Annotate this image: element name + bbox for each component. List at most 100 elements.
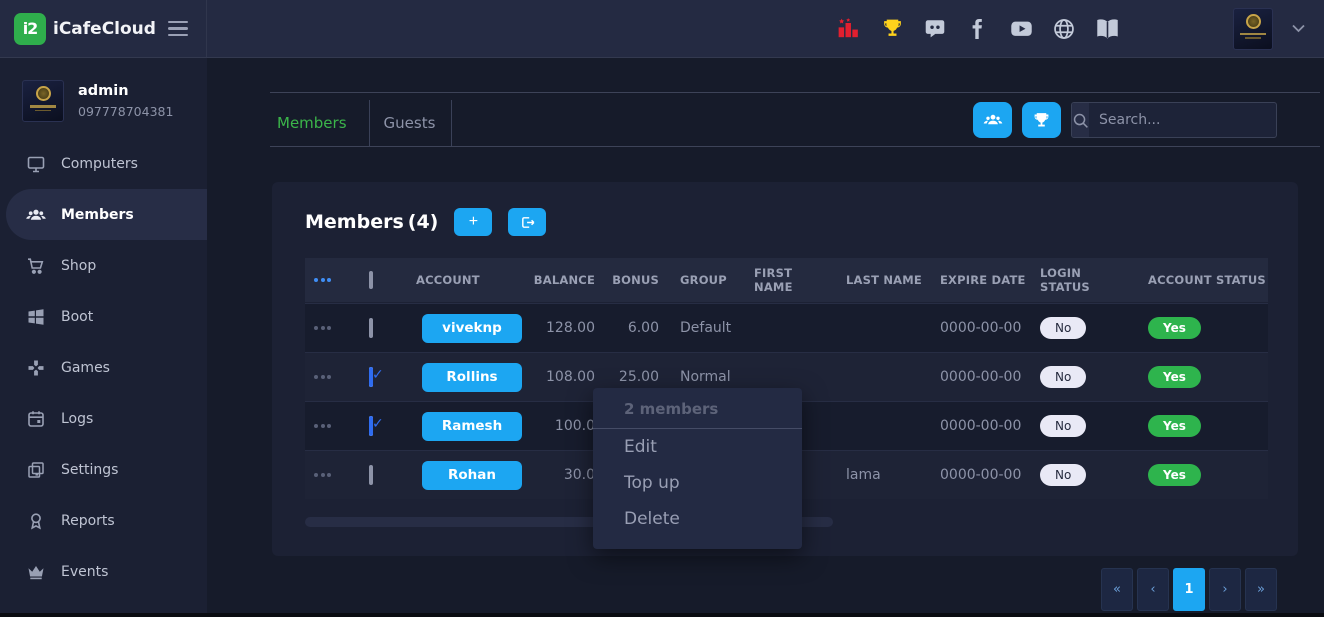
first-page-button[interactable]: « xyxy=(1101,568,1133,611)
brand-logo[interactable]: i2 iCafeCloud xyxy=(14,13,156,45)
select-all-checkbox[interactable] xyxy=(369,271,373,289)
book-icon[interactable] xyxy=(1094,16,1120,42)
calendar-icon xyxy=(26,409,46,429)
account-button[interactable]: Rollins xyxy=(422,363,522,392)
table-header-row: ACCOUNT BALANCE BONUS GROUP FIRST NAME L… xyxy=(305,258,1268,302)
row-menu-icon[interactable] xyxy=(305,473,349,477)
last-name-cell: lama xyxy=(833,467,927,483)
expire-date-cell: 0000-00-00 xyxy=(927,369,1027,385)
col-first-name[interactable]: FIRST NAME xyxy=(741,266,833,294)
export-icon xyxy=(519,214,536,231)
next-page-button[interactable]: › xyxy=(1209,568,1241,611)
row-menu-icon[interactable] xyxy=(305,424,349,428)
col-account[interactable]: ACCOUNT xyxy=(403,273,527,287)
menu-item-top-up[interactable]: Top up xyxy=(593,465,802,501)
row-checkbox[interactable] xyxy=(369,318,373,338)
user-name: admin xyxy=(78,83,173,99)
row-checkbox[interactable] xyxy=(369,465,373,485)
members-view-button[interactable] xyxy=(973,102,1012,138)
last-page-button[interactable]: » xyxy=(1245,568,1277,611)
tabs: Members Guests xyxy=(270,100,452,146)
col-expire-date[interactable]: EXPIRE DATE xyxy=(927,273,1027,287)
add-member-button[interactable]: + xyxy=(454,208,492,236)
expire-date-cell: 0000-00-00 xyxy=(927,320,1027,336)
menu-item-edit[interactable]: Edit xyxy=(593,429,802,465)
row-menu-icon[interactable] xyxy=(305,326,349,330)
trophy-icon[interactable] xyxy=(879,16,905,42)
members-icon xyxy=(983,110,1003,130)
youtube-icon[interactable] xyxy=(1008,16,1034,42)
gamepad-icon xyxy=(26,358,46,378)
col-login-status[interactable]: LOGIN STATUS xyxy=(1027,266,1135,294)
divider xyxy=(451,100,452,146)
topbar-left: i2 iCafeCloud xyxy=(0,0,207,57)
sidebar-user: admin 097778704381 xyxy=(0,58,207,122)
app-window: i2 iCafeCloud xyxy=(0,0,1324,617)
col-last-name[interactable]: LAST NAME xyxy=(833,273,927,287)
login-status-badge: No xyxy=(1040,464,1086,486)
col-bonus[interactable]: BONUS xyxy=(603,273,667,287)
row-menu-icon[interactable] xyxy=(305,375,349,379)
prev-page-button[interactable]: ‹ xyxy=(1137,568,1169,611)
globe-icon[interactable] xyxy=(1051,16,1077,42)
balance-cell: 128.00 xyxy=(527,320,603,336)
export-button[interactable] xyxy=(508,208,546,236)
col-account-status[interactable]: ACCOUNT STATUS xyxy=(1135,273,1268,287)
sidebar-item-events[interactable]: Events xyxy=(6,546,207,597)
toolbar xyxy=(973,102,1277,138)
podium-icon[interactable] xyxy=(836,16,862,42)
sidebar-item-members[interactable]: Members xyxy=(6,189,207,240)
search-box xyxy=(1071,102,1277,138)
layers-icon xyxy=(26,460,46,480)
sidebar-item-shop[interactable]: Shop xyxy=(6,240,207,291)
divider xyxy=(270,146,1320,147)
hamburger-menu-icon[interactable] xyxy=(168,21,188,37)
balance-cell: 108.00 xyxy=(527,369,603,385)
login-status-badge: No xyxy=(1040,317,1086,339)
row-checkbox[interactable] xyxy=(369,416,373,436)
balance-cell: 30.0 xyxy=(527,467,603,483)
page-1-button[interactable]: 1 xyxy=(1173,568,1205,611)
login-status-badge: No xyxy=(1040,415,1086,437)
group-cell: Default xyxy=(667,320,741,336)
expire-date-cell: 0000-00-00 xyxy=(927,467,1027,483)
facebook-icon[interactable] xyxy=(965,16,991,42)
brand-name: iCafeCloud xyxy=(53,19,156,39)
row-checkbox[interactable] xyxy=(369,367,373,387)
tab-guests[interactable]: Guests xyxy=(370,114,452,132)
divider xyxy=(270,92,1320,93)
sidebar-item-reports[interactable]: Reports xyxy=(6,495,207,546)
topbar-right xyxy=(207,0,1324,57)
topbar: i2 iCafeCloud xyxy=(0,0,1324,58)
account-button[interactable]: Rohan xyxy=(422,461,522,490)
trophy-view-button[interactable] xyxy=(1022,102,1061,138)
user-avatar[interactable] xyxy=(1233,8,1273,50)
window-edge xyxy=(0,613,1324,617)
account-button[interactable]: viveknp xyxy=(422,314,522,343)
member-count: (4) xyxy=(408,211,439,233)
bulk-menu-icon[interactable] xyxy=(305,278,349,282)
col-group[interactable]: GROUP xyxy=(667,273,741,287)
account-button[interactable]: Ramesh xyxy=(422,412,522,441)
user-phone: 097778704381 xyxy=(78,104,173,119)
discord-icon[interactable] xyxy=(922,16,948,42)
account-status-badge: Yes xyxy=(1148,366,1201,388)
menu-item-delete[interactable]: Delete xyxy=(593,501,802,537)
crown-icon xyxy=(26,562,46,582)
sidebar-avatar[interactable] xyxy=(22,80,64,122)
medal-icon xyxy=(26,511,46,531)
expire-date-cell: 0000-00-00 xyxy=(927,418,1027,434)
sidebar-item-computers[interactable]: Computers xyxy=(6,138,207,189)
tab-members[interactable]: Members xyxy=(270,114,369,132)
balance-cell: 100.0 xyxy=(527,418,603,434)
brand-logo-icon: i2 xyxy=(14,13,46,45)
panel-header: Members(4) + xyxy=(272,182,1298,236)
sidebar-item-logs[interactable]: Logs xyxy=(6,393,207,444)
chevron-down-icon[interactable] xyxy=(1290,16,1306,42)
col-balance[interactable]: BALANCE xyxy=(527,273,603,287)
search-input[interactable] xyxy=(1089,103,1277,137)
sidebar-item-settings[interactable]: Settings xyxy=(6,444,207,495)
sidebar-item-boot[interactable]: Boot xyxy=(6,291,207,342)
sidebar-item-games[interactable]: Games xyxy=(6,342,207,393)
account-status-badge: Yes xyxy=(1148,317,1201,339)
